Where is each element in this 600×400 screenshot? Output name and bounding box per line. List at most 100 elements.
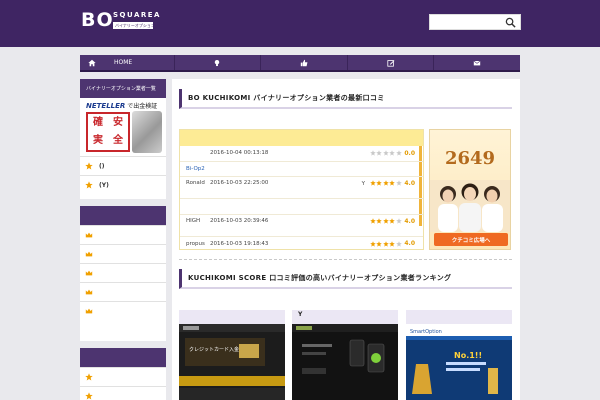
sidebar-ranking-box [80,206,166,341]
star-icon [370,218,376,224]
review-row[interactable]: HIGH 2016-10-03 20:39:46 4.0 [180,215,423,237]
star-empty-icon [396,241,402,247]
review-row[interactable]: 2016-10-04 00:13:18 0.0 [180,146,423,162]
nav-ranking[interactable] [261,55,348,70]
star-empty-icon [396,180,402,186]
screenshot-banner-text: クレジットカード入金 [189,346,239,353]
star-icon [370,180,376,186]
sidebar-item[interactable] [80,386,166,400]
star-empty-icon [370,150,376,156]
search-box [429,14,521,30]
people-photo [430,180,510,232]
star-empty-icon [389,150,396,156]
star-icon [383,180,389,186]
star-icon [376,180,383,186]
sidebar-item[interactable] [80,367,166,386]
review-feed: 2016-10-04 00:13:18 0.0 Bi-Op2 Ronald 20… [179,129,424,250]
star-icon [85,181,93,189]
review-feed-header [180,130,423,146]
review-author: propus [186,240,205,247]
broker-link-text[interactable]: Bi-Op2 [186,166,205,172]
review-row[interactable]: propus 2016-10-03 19:18:43 4.0 [180,237,423,250]
crown-icon [85,308,93,314]
review-score: 4.0 [404,240,415,248]
nav-contact[interactable] [434,55,520,70]
review-broker-tag: Y [361,180,365,187]
star-empty-icon [396,218,402,224]
star-empty-icon [396,150,402,156]
sidebar-broker-box: バイナリーオプション業者一覧 NETELLER で出金検証 確安 実全 () (Y… [80,79,166,199]
broker-card-title: Y [298,311,303,318]
screenshot-brand-text: SmartOption [410,329,442,335]
broker-card[interactable]: クレジットカード入金 [179,310,285,400]
star-icon [85,392,93,400]
review-date: 2016-10-03 20:39:46 [210,217,269,224]
logo-tagline: バイナリーオプション比較 [113,22,153,29]
search-icon[interactable] [505,17,516,28]
star-icon [389,218,396,224]
star-icon [389,241,396,247]
search-input[interactable] [432,16,502,28]
star-icon [383,241,389,247]
star-icon [383,218,389,224]
review-rating: 0.0 [370,150,415,157]
sidebar-item[interactable] [80,282,166,301]
sidebar-item[interactable] [80,244,166,263]
review-broker-link[interactable]: Bi-Op2 [180,162,423,177]
review-rating: 4.0 [370,218,415,225]
sidebar-item[interactable]: () [80,156,166,175]
sidebar-box-title [80,348,166,367]
logo-wordmark: SQUAREA [113,11,161,19]
nav-ideas[interactable] [175,55,262,70]
kuchikomi-ad-banner[interactable]: 2649 クチコミ広場へ [429,129,511,250]
home-icon [88,59,96,66]
broker-card[interactable]: Y [292,310,398,400]
main-content: BO KUCHIKOMI バイナリーオプション業者の最新口コミ 2016-10-… [172,79,520,400]
crown-icon [85,270,93,276]
logo-mark: BO [81,9,114,31]
review-body [180,199,423,215]
broker-screenshot: クレジットカード入金 [179,324,285,400]
nav-review[interactable] [348,55,435,70]
section-title-kuchikomi: BO KUCHIKOMI バイナリーオプション業者の最新口コミ [179,89,512,109]
review-date: 2016-10-03 19:18:43 [210,240,269,247]
star-icon [389,180,396,186]
review-score: 4.0 [404,179,415,187]
sidebar-item-label: () [99,162,105,170]
ad-cta-button[interactable]: クチコミ広場へ [434,233,508,246]
thumbs-up-icon [300,59,308,66]
review-score: 4.0 [404,217,415,225]
main-nav: HOME [80,55,520,72]
sidebar-item-label: (Y) [99,181,109,189]
section-divider [179,259,512,260]
star-empty-icon [383,150,389,156]
broker-screenshot [292,324,398,400]
sidebar-score-box [80,348,166,400]
safety-stamp: 確安 実全 [86,112,130,152]
broker-card[interactable]: SmartOption No.1!! [406,310,512,400]
sidebar-item[interactable] [80,225,166,244]
sidebar-box-title: バイナリーオプション業者一覧 [80,79,166,98]
sidebar-item[interactable] [80,263,166,282]
site-header: BO SQUAREA バイナリーオプション比較 [0,0,600,47]
broker-card-title [179,310,285,320]
crown-icon [85,289,93,295]
ad-review-count: 2649 [444,148,496,169]
nav-home[interactable]: HOME [80,55,175,70]
sidebar-item[interactable]: (Y) [80,175,166,194]
neteller-banner[interactable]: NETELLER で出金検証 確安 実全 [80,98,166,156]
mail-icon [473,60,481,65]
coins-image [132,111,162,153]
star-icon [370,241,376,247]
review-date: 2016-10-04 00:13:18 [210,150,269,157]
review-rating: 4.0 [370,180,415,187]
review-row[interactable]: Ronald 2016-10-03 22:25:00 Y 4.0 [180,177,423,199]
star-icon [376,218,383,224]
sidebar-box-title [80,206,166,225]
star-empty-icon [376,150,383,156]
star-icon [85,162,93,170]
sidebar-item[interactable] [80,301,166,320]
star-icon [376,241,383,247]
star-icon [85,373,93,381]
lightbulb-icon [215,59,220,66]
